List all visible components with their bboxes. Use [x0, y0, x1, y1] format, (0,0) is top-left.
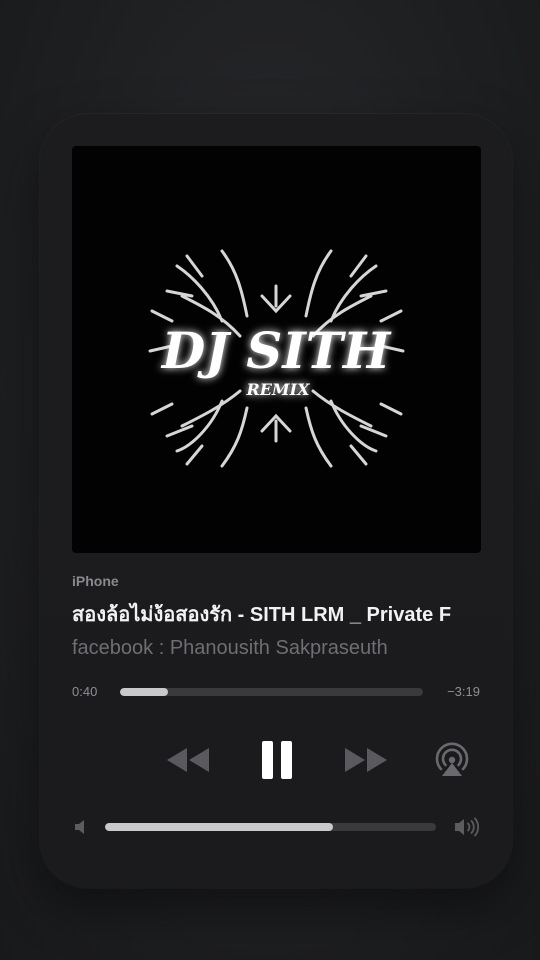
airplay-button[interactable]	[433, 741, 471, 779]
volume-high-indicator	[453, 817, 481, 837]
rewind-button[interactable]	[165, 744, 211, 776]
output-device-label: iPhone	[72, 573, 119, 589]
speaker-high-icon	[455, 817, 479, 837]
track-title: สองล้อไม่ง้อสองรัก - SITH LRM _ Private …	[72, 604, 452, 626]
fast-forward-icon	[345, 748, 387, 772]
pause-button[interactable]	[260, 740, 294, 780]
playback-progress-fill	[120, 688, 169, 696]
playback-scrubber[interactable]	[120, 688, 423, 696]
track-artist: facebook : Phanousith Sakpraseuth	[72, 637, 388, 659]
dj-sith-remix-logo: DJ SITH REMIX	[148, 249, 405, 468]
rewind-icon	[167, 748, 209, 772]
elapsed-time: 0:40	[72, 684, 98, 699]
volume-level-fill	[105, 823, 334, 831]
album-artwork: DJ SITH REMIX	[72, 146, 481, 553]
volume-slider[interactable]	[105, 823, 436, 831]
volume-low-indicator	[73, 819, 89, 835]
artwork-logo-subtext: REMIX	[245, 380, 310, 399]
remaining-time: −3:19	[447, 684, 480, 699]
airplay-audio-icon	[435, 742, 469, 776]
speaker-low-icon	[75, 820, 84, 834]
now-playing-card: DJ SITH REMIX iPhone สองล้อไม่ง้อสองรัก …	[40, 114, 512, 888]
fast-forward-button[interactable]	[343, 744, 389, 776]
artwork-logo-text: DJ SITH	[160, 321, 392, 380]
pause-icon	[262, 741, 292, 779]
